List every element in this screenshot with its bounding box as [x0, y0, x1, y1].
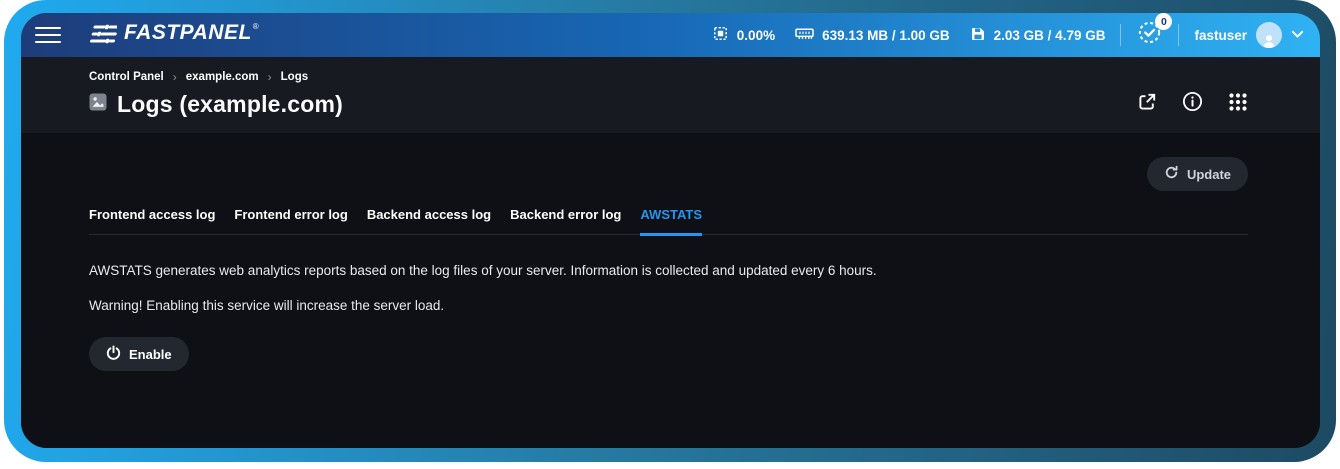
app-panel: FASTPANEL ® 0.00% — [21, 13, 1320, 448]
tab-awstats[interactable]: AWSTATS — [640, 207, 702, 236]
info-icon — [1182, 91, 1203, 115]
breadcrumb: Control Panel › example.com › Logs — [89, 70, 1248, 84]
ram-usage-stat: 639.13 MB / 1.00 GB — [795, 27, 950, 44]
username-label: fastuser — [1194, 28, 1247, 43]
breadcrumb-separator: › — [268, 70, 272, 84]
cpu-usage-stat: 0.00% — [712, 25, 775, 45]
content-area: Update Frontend access log Frontend erro… — [21, 133, 1320, 448]
external-link-icon — [1137, 92, 1157, 115]
refresh-icon — [1164, 165, 1179, 183]
tab-frontend-access-log[interactable]: Frontend access log — [89, 207, 215, 236]
breadcrumb-logs[interactable]: Logs — [281, 71, 308, 83]
enable-button[interactable]: Enable — [89, 337, 189, 371]
cpu-icon — [712, 25, 729, 45]
brand-name: FASTPANEL — [124, 21, 252, 45]
disk-usage-value: 2.03 GB / 4.79 GB — [994, 28, 1106, 43]
topbar-divider — [1178, 24, 1179, 46]
hamburger-menu-icon[interactable] — [35, 27, 61, 44]
tab-backend-error-log[interactable]: Backend error log — [510, 207, 621, 236]
user-avatar — [1256, 22, 1282, 48]
grid-dots-icon — [1228, 92, 1248, 115]
apps-grid-button[interactable] — [1228, 92, 1248, 115]
fastpanel-logo-icon — [85, 23, 117, 50]
registered-mark: ® — [253, 22, 259, 31]
breadcrumb-separator: › — [173, 70, 177, 84]
ram-icon — [795, 27, 814, 44]
tab-frontend-error-log[interactable]: Frontend error log — [234, 207, 347, 236]
cpu-usage-value: 0.00% — [737, 28, 775, 43]
update-button[interactable]: Update — [1147, 157, 1248, 191]
awstats-warning: Warning! Enabling this service will incr… — [89, 296, 1248, 316]
page-title: Logs (example.com) — [117, 91, 343, 118]
awstats-description: AWSTATS generates web analytics reports … — [89, 261, 1248, 281]
brand-logo[interactable]: FASTPANEL ® — [85, 21, 259, 50]
breadcrumb-site[interactable]: example.com — [186, 71, 259, 83]
disk-icon — [970, 26, 986, 45]
window-frame: FASTPANEL ® 0.00% — [4, 0, 1336, 462]
enable-button-label: Enable — [129, 347, 172, 362]
power-icon — [106, 345, 121, 363]
page-header: Control Panel › example.com › Logs Logs … — [21, 57, 1320, 133]
chevron-down-icon — [1291, 26, 1304, 44]
tab-backend-access-log[interactable]: Backend access log — [367, 207, 491, 236]
ram-usage-value: 639.13 MB / 1.00 GB — [822, 28, 950, 43]
topbar: FASTPANEL ® 0.00% — [21, 13, 1320, 57]
log-tabs: Frontend access log Frontend error log B… — [89, 207, 1248, 235]
notifications-count-badge: 0 — [1155, 13, 1172, 30]
update-button-label: Update — [1187, 167, 1231, 182]
user-menu[interactable]: fastuser — [1194, 22, 1304, 48]
breadcrumb-control-panel[interactable]: Control Panel — [89, 71, 164, 83]
open-in-new-window-button[interactable] — [1137, 92, 1157, 115]
topbar-divider — [1120, 24, 1121, 46]
site-favicon-image-icon — [89, 93, 107, 116]
disk-usage-stat: 2.03 GB / 4.79 GB — [970, 26, 1106, 45]
info-button[interactable] — [1182, 91, 1203, 115]
notifications-button[interactable]: 0 — [1136, 19, 1163, 51]
